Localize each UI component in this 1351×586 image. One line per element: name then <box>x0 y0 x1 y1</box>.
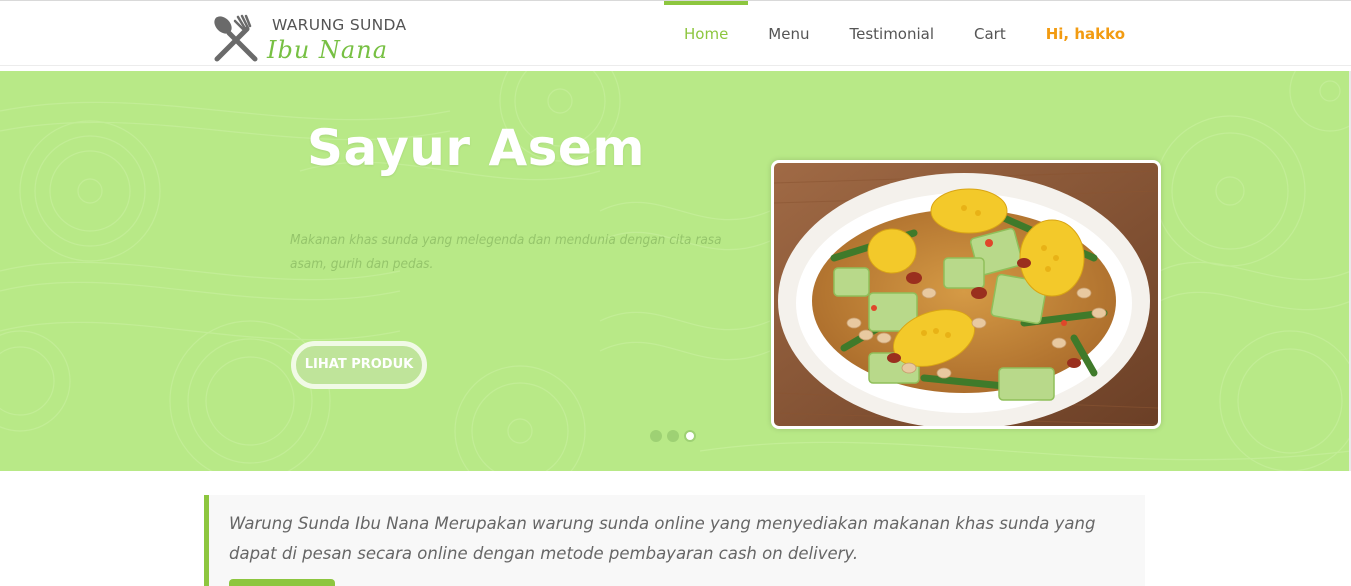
nav-testimonial[interactable]: Testimonial <box>829 1 954 67</box>
brand-logo[interactable]: WARUNG SUNDA Ibu Nana <box>209 9 424 67</box>
intro-text: Warung Sunda Ibu Nana Merupakan warung s… <box>229 514 1096 563</box>
hero-description: Makanan khas sunda yang melegenda dan me… <box>290 232 722 272</box>
slide-dot-2[interactable] <box>667 430 679 442</box>
intro-button[interactable] <box>229 579 335 586</box>
intro-blockquote: Warung Sunda Ibu Nana Merupakan warung s… <box>204 495 1145 586</box>
main-nav: Home Menu Testimonial Cart Hi, hakko <box>664 1 1145 67</box>
nav-cart[interactable]: Cart <box>954 1 1026 67</box>
hero-title: Sayur Asem <box>307 119 645 177</box>
fork-spoon-icon <box>214 14 258 62</box>
nav-menu[interactable]: Menu <box>748 1 829 67</box>
slide-dot-1[interactable] <box>650 430 662 442</box>
sayur-asem-illustration <box>774 163 1158 426</box>
brand-name: WARUNG SUNDA <box>272 16 407 34</box>
top-navbar: WARUNG SUNDA Ibu Nana Home Menu Testimon… <box>0 0 1351 66</box>
nav-home[interactable]: Home <box>664 1 749 67</box>
slide-dot-3[interactable] <box>684 430 696 442</box>
brand-subname: Ibu Nana <box>267 36 389 64</box>
dish-photo <box>771 160 1161 429</box>
hero-slider: Sayur Asem Makanan khas sunda yang meleg… <box>0 71 1351 471</box>
nav-user-greeting[interactable]: Hi, hakko <box>1026 1 1145 67</box>
slider-pagination <box>650 430 696 442</box>
view-product-button[interactable]: LIHAT PRODUK <box>291 341 427 389</box>
